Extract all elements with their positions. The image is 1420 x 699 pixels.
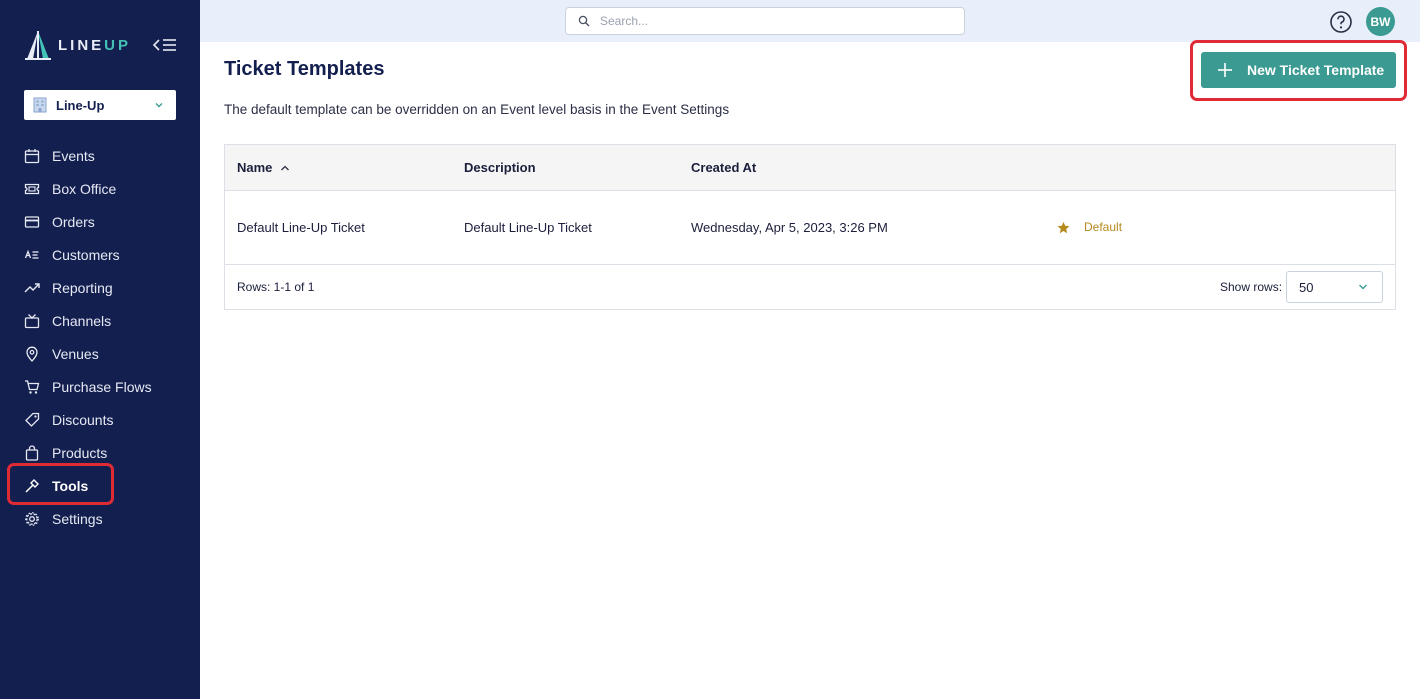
sidebar-item-channels[interactable]: Channels xyxy=(0,304,200,337)
table-header: Name Description Created At xyxy=(225,145,1395,191)
star-icon xyxy=(1057,221,1070,233)
column-header-name[interactable]: Name xyxy=(237,160,290,175)
chevron-down-icon xyxy=(155,103,163,108)
logo[interactable]: LINEUP xyxy=(24,30,131,60)
column-header-label: Name xyxy=(237,160,273,175)
hammer-icon xyxy=(24,478,40,494)
rows-count: Rows: 1-1 of 1 xyxy=(237,280,315,294)
new-ticket-template-button[interactable]: New Ticket Template xyxy=(1201,52,1396,88)
sidebar-item-label: Customers xyxy=(52,246,120,263)
rows-per-page-value: 50 xyxy=(1299,279,1314,295)
organization-select[interactable]: Line-Up xyxy=(24,90,176,120)
ticket-templates-table: Name Description Created At Default Line… xyxy=(224,144,1396,310)
rows-per-page-select[interactable]: 50 xyxy=(1286,271,1383,303)
table-row[interactable]: Default Line-Up Ticket Default Line-Up T… xyxy=(225,191,1395,265)
sidebar-item-reporting[interactable]: Reporting xyxy=(0,271,200,304)
lineup-logo-icon xyxy=(25,31,51,60)
sidebar-item-discounts[interactable]: Discounts xyxy=(0,403,200,436)
help-button[interactable] xyxy=(1329,10,1353,34)
sidebar-item-label: Tools xyxy=(52,477,89,494)
sidebar-item-label: Discounts xyxy=(52,411,114,428)
new-ticket-template-label: New Ticket Template xyxy=(1247,62,1385,78)
sidebar-item-label: Channels xyxy=(52,312,112,329)
sidebar-nav: Events Box Office Orders Customers Repor… xyxy=(0,139,200,535)
location-pin-icon xyxy=(24,346,40,362)
card-icon xyxy=(24,214,40,230)
sidebar-item-label: Purchase Flows xyxy=(52,378,152,395)
table-footer: Rows: 1-1 of 1 Show rows: 50 xyxy=(225,265,1395,309)
logo-text: LINEUP xyxy=(58,36,132,54)
sort-ascending-icon[interactable] xyxy=(280,164,290,172)
page-description: The default template can be overridden o… xyxy=(224,102,730,117)
user-avatar[interactable]: BW xyxy=(1366,7,1395,36)
top-bar: BW xyxy=(200,0,1420,42)
cell-description: Default Line-Up Ticket xyxy=(464,220,592,235)
sidebar-item-products[interactable]: Products xyxy=(0,436,200,469)
search-box[interactable] xyxy=(565,7,965,35)
bag-icon xyxy=(24,444,40,461)
trend-icon xyxy=(24,280,40,296)
column-header-description[interactable]: Description xyxy=(464,160,536,175)
organization-name: Line-Up xyxy=(56,97,105,113)
sidebar-item-label: Events xyxy=(52,147,95,164)
sidebar-item-customers[interactable]: Customers xyxy=(0,238,200,271)
sidebar-item-events[interactable]: Events xyxy=(0,139,200,172)
sidebar-item-orders[interactable]: Orders xyxy=(0,205,200,238)
sidebar-item-venues[interactable]: Venues xyxy=(0,337,200,370)
sidebar-item-label: Settings xyxy=(52,510,103,527)
page-title: Ticket Templates xyxy=(224,58,385,80)
ticket-icon xyxy=(24,181,40,197)
sidebar-item-box-office[interactable]: Box Office xyxy=(0,172,200,205)
column-header-created-at[interactable]: Created At xyxy=(691,160,756,175)
column-header-label: Description xyxy=(464,160,536,175)
plus-icon xyxy=(1218,63,1232,77)
sidebar-item-label: Reporting xyxy=(52,279,113,296)
sidebar-item-label: Orders xyxy=(52,213,95,230)
cell-name: Default Line-Up Ticket xyxy=(237,220,365,235)
sidebar-item-label: Venues xyxy=(52,345,99,362)
search-icon xyxy=(578,15,590,27)
cell-created-at: Wednesday, Apr 5, 2023, 3:26 PM xyxy=(691,220,888,235)
default-badge: Default xyxy=(1057,220,1122,234)
sidebar-item-label: Box Office xyxy=(52,180,117,197)
cart-icon xyxy=(24,379,40,395)
column-header-label: Created At xyxy=(691,160,757,175)
sidebar-item-purchase-flows[interactable]: Purchase Flows xyxy=(0,370,200,403)
gear-icon xyxy=(24,511,40,527)
sidebar-item-label: Products xyxy=(52,444,108,461)
contacts-icon xyxy=(24,247,40,263)
collapse-sidebar-button[interactable] xyxy=(152,35,178,55)
calendar-icon xyxy=(24,148,40,164)
sidebar: LINEUP Line-Up Events Box Office Orders … xyxy=(0,0,200,699)
sidebar-item-settings[interactable]: Settings xyxy=(0,502,200,535)
chevron-down-icon xyxy=(1359,284,1367,290)
collapse-menu-icon xyxy=(152,39,176,51)
help-icon xyxy=(1330,11,1352,33)
search-input[interactable] xyxy=(600,14,940,28)
tag-icon xyxy=(24,412,40,428)
building-icon xyxy=(33,97,47,113)
show-rows-label: Show rows: xyxy=(1220,280,1283,294)
tv-icon xyxy=(24,313,40,329)
default-badge-label: Default xyxy=(1084,220,1123,234)
sidebar-item-tools[interactable]: Tools xyxy=(0,469,200,502)
